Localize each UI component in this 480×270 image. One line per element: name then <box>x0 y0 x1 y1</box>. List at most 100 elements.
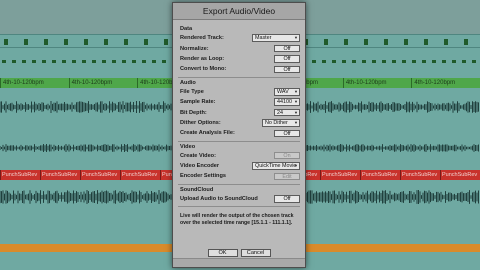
midi-note <box>332 60 336 63</box>
midi-note <box>362 60 366 63</box>
clip-label: PunchSubRev <box>80 170 120 180</box>
midi-note <box>22 60 26 63</box>
encoder-settings-edit-button[interactable]: Edit <box>274 172 300 181</box>
clip-label: 4th-10-120bpm <box>411 78 480 88</box>
dialog-title: Export Audio/Video <box>173 3 305 20</box>
divider <box>178 76 300 78</box>
midi-note <box>2 60 6 63</box>
normalize-row: Normalize: Off <box>180 43 300 53</box>
midi-note <box>322 60 326 63</box>
rendered-track-label: Rendered Track: <box>180 35 224 42</box>
video-encoder-dropdown[interactable]: QuickTime Movie ▼ <box>252 162 300 170</box>
midi-note <box>404 39 408 45</box>
clip-label: PunchSubRev <box>40 170 80 180</box>
rendered-track-value: Master <box>255 35 272 42</box>
midi-note <box>392 60 396 63</box>
midi-note <box>162 60 166 63</box>
file-type-row: File Type WAV ▼ <box>180 87 300 97</box>
create-video-row: Create Video: On <box>180 151 300 161</box>
render-as-loop-label: Render as Loop: <box>180 55 225 62</box>
bit-depth-label: Bit Depth: <box>180 109 207 116</box>
create-video-label: Create Video: <box>180 152 216 159</box>
convert-to-mono-toggle[interactable]: Off <box>274 65 300 74</box>
chevron-down-icon: ▼ <box>294 89 298 94</box>
clip-label: PunchSubRev <box>400 170 440 180</box>
midi-note <box>4 39 8 45</box>
create-analysis-file-toggle[interactable]: Off <box>274 129 300 138</box>
dither-options-label: Dither Options: <box>180 119 221 126</box>
video-encoder-row: Video Encoder QuickTime Movie ▼ <box>180 161 300 171</box>
video-encoder-value: QuickTime Movie <box>255 163 297 170</box>
midi-note <box>324 39 328 45</box>
sample-rate-dropdown[interactable]: 44100 ▼ <box>274 98 300 106</box>
normalize-label: Normalize: <box>180 45 209 52</box>
cancel-button[interactable]: Cancel <box>240 249 271 257</box>
midi-note <box>372 60 376 63</box>
midi-note <box>24 39 28 45</box>
midi-note <box>144 39 148 45</box>
chevron-down-icon: ▼ <box>294 120 298 126</box>
midi-note <box>384 39 388 45</box>
file-type-value: WAV <box>277 89 289 95</box>
clip-label: PunchSubRev <box>360 170 400 180</box>
bit-depth-dropdown[interactable]: 24 ▼ <box>274 108 300 117</box>
render-as-loop-toggle[interactable]: Off <box>274 55 300 63</box>
file-type-dropdown[interactable]: WAV ▼ <box>274 88 300 96</box>
midi-note <box>422 60 426 63</box>
midi-note <box>122 60 126 63</box>
bit-depth-value: 24 <box>277 109 283 116</box>
midi-note <box>382 60 386 63</box>
chevron-down-icon: ▼ <box>294 163 298 169</box>
midi-note <box>432 60 436 63</box>
midi-note <box>112 60 116 63</box>
midi-note <box>44 39 48 45</box>
chevron-down-icon: ▼ <box>294 99 298 105</box>
convert-to-mono-label: Convert to Mono: <box>180 66 227 73</box>
clip-label: 4th-10-120bpm <box>68 78 138 88</box>
encoder-settings-label: Encoder Settings <box>180 173 227 180</box>
sample-rate-label: Sample Rate: <box>180 99 216 106</box>
clip-label: 4th-10-120bpm <box>342 78 412 88</box>
clip-label: PunchSubRev <box>120 170 160 180</box>
midi-note <box>444 39 448 45</box>
clip-label: PunchSubRev <box>320 170 360 180</box>
midi-note <box>142 60 146 63</box>
render-as-loop-row: Render as Loop: Off <box>180 54 300 64</box>
midi-note <box>342 60 346 63</box>
midi-note <box>62 60 66 63</box>
section-audio: Audio <box>180 79 196 86</box>
section-data: Data <box>180 26 193 32</box>
ok-button[interactable]: OK <box>207 249 238 257</box>
dialog-footer <box>173 258 305 267</box>
midi-note <box>312 60 316 63</box>
normalize-toggle[interactable]: Off <box>274 44 300 53</box>
midi-note <box>92 60 96 63</box>
upload-soundcloud-toggle[interactable]: Off <box>274 195 300 203</box>
chevron-down-icon: ▼ <box>294 109 298 115</box>
dither-options-row: Dither Options: No Dither ▼ <box>180 118 300 128</box>
dither-options-dropdown[interactable]: No Dither ▼ <box>262 119 300 127</box>
midi-note <box>412 60 416 63</box>
file-type-label: File Type <box>180 88 204 95</box>
midi-note <box>64 39 68 45</box>
clip-label: PunchSubRev <box>0 170 40 180</box>
upload-soundcloud-row: Upload Audio to SoundCloud Off <box>180 194 300 204</box>
create-video-toggle[interactable]: On <box>274 151 300 160</box>
midi-note <box>84 39 88 45</box>
section-soundcloud: SoundCloud <box>180 186 214 193</box>
dither-options-value: No Dither <box>265 120 288 127</box>
midi-note <box>442 60 446 63</box>
midi-note <box>42 60 46 63</box>
midi-note <box>132 60 136 63</box>
midi-note <box>364 39 368 45</box>
convert-to-mono-row: Convert to Mono: Off <box>180 64 300 74</box>
rendered-track-dropdown[interactable]: Master ▼ <box>252 34 300 42</box>
bit-depth-row: Bit Depth: 24 ▼ <box>180 107 300 117</box>
midi-note <box>344 39 348 45</box>
video-encoder-label: Video Encoder <box>180 163 220 170</box>
midi-note <box>152 60 156 63</box>
midi-note <box>104 39 108 45</box>
divider <box>178 140 300 142</box>
render-info-text: Live will render the output of the chose… <box>180 213 294 227</box>
upload-soundcloud-label: Upload Audio to SoundCloud <box>180 195 258 202</box>
